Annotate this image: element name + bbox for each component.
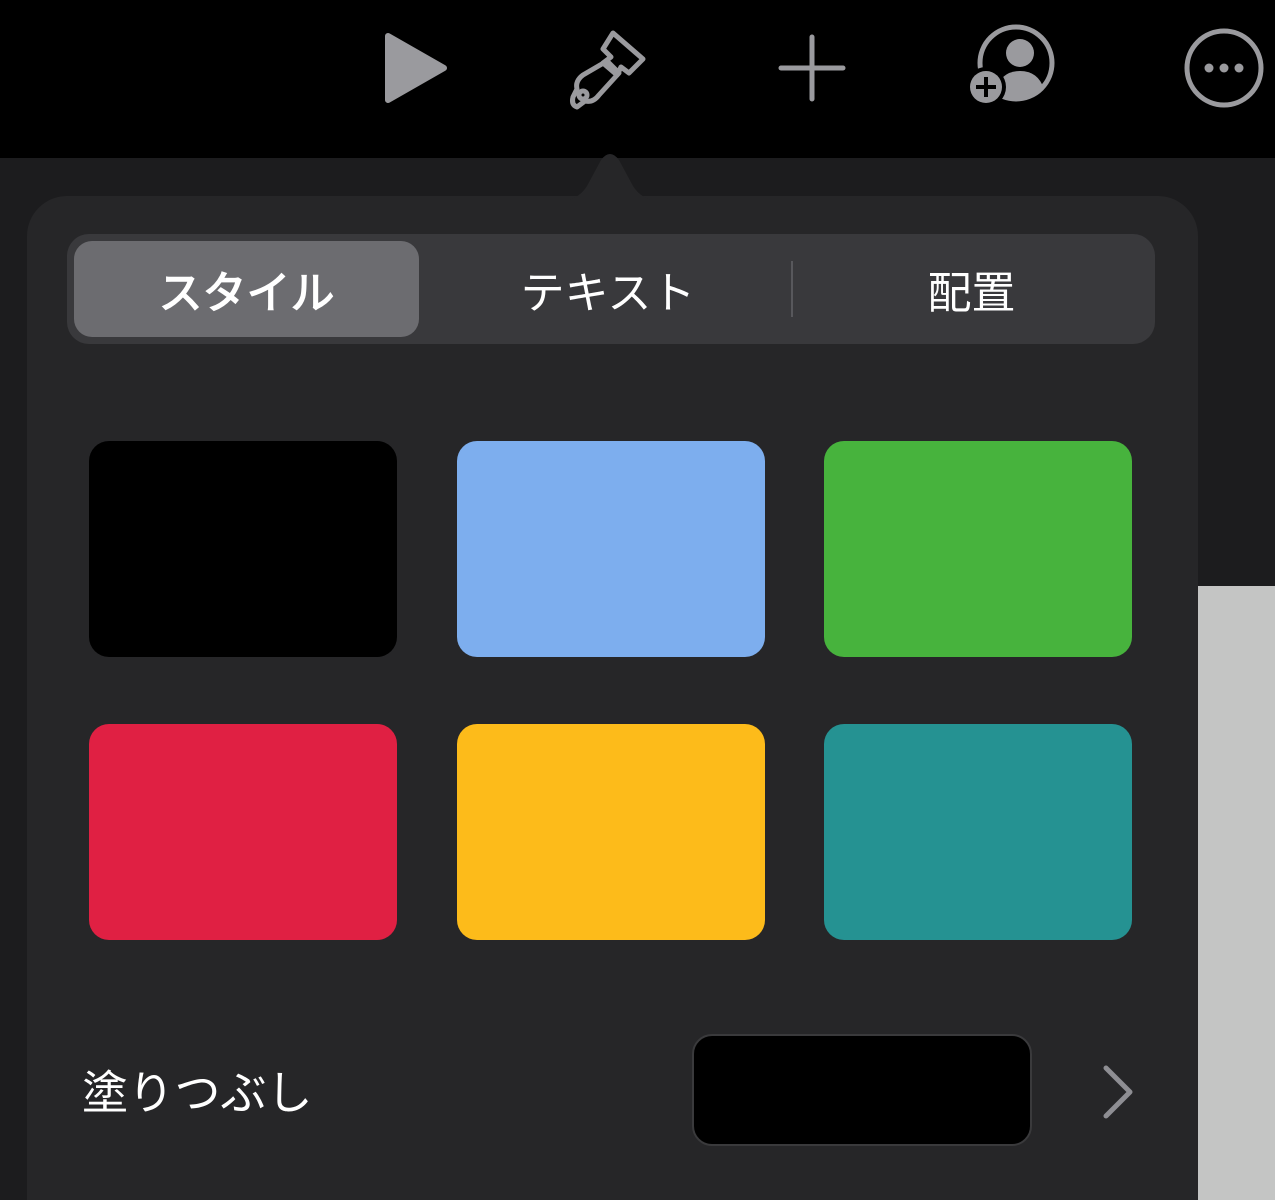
fill-label: 塗りつぶし [82, 1066, 313, 1120]
segment-divider [791, 261, 793, 317]
document-canvas [1198, 586, 1275, 1200]
tab-text[interactable]: テキスト [427, 241, 789, 337]
play-icon[interactable] [366, 18, 466, 118]
top-toolbar [0, 0, 1275, 158]
tab-style[interactable]: スタイル [74, 241, 419, 337]
add-collaborator-icon[interactable] [960, 18, 1060, 118]
chevron-right-icon[interactable] [1092, 1062, 1142, 1122]
plus-icon[interactable] [762, 18, 862, 118]
more-icon[interactable] [1174, 18, 1274, 118]
style-swatch-light-blue[interactable] [457, 441, 765, 657]
style-swatch-green[interactable] [824, 441, 1132, 657]
style-swatch-yellow[interactable] [457, 724, 765, 940]
fill-color-well[interactable] [692, 1034, 1032, 1146]
style-swatch-red[interactable] [89, 724, 397, 940]
style-swatch-teal[interactable] [824, 724, 1132, 940]
paintbrush-icon[interactable] [558, 18, 658, 118]
popover-arrow [555, 154, 665, 202]
style-swatch-black[interactable] [89, 441, 397, 657]
segmented-control: スタイル テキスト 配置 [67, 234, 1155, 344]
app-screen: スタイル テキスト 配置 塗りつぶし [0, 0, 1275, 1200]
tab-arrange[interactable]: 配置 [795, 241, 1148, 337]
